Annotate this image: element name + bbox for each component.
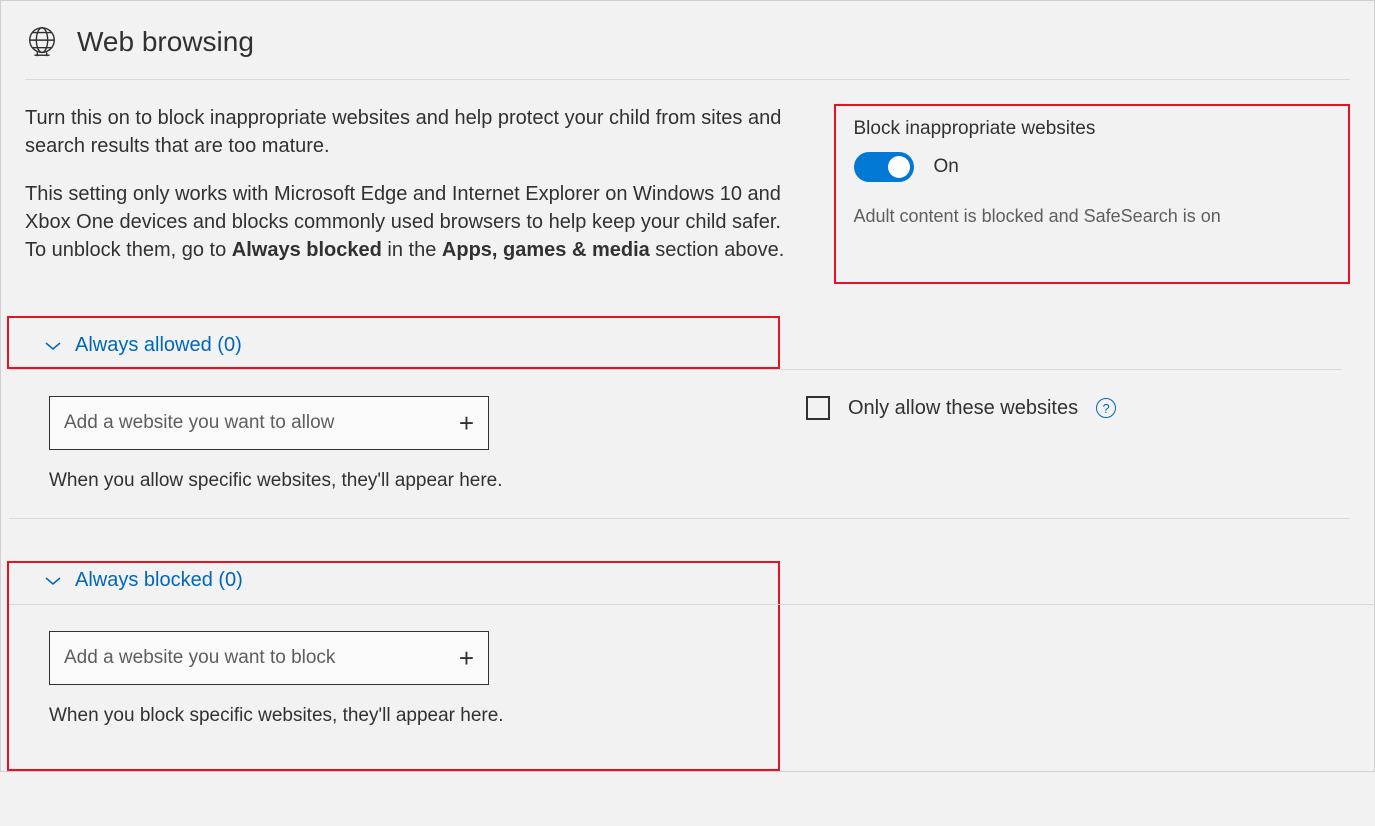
toggle-state-label: On bbox=[934, 156, 959, 178]
chevron-down-icon bbox=[45, 576, 61, 586]
chevron-down-icon bbox=[45, 341, 61, 351]
blocked-website-input[interactable] bbox=[64, 647, 449, 669]
intro-text: Turn this on to block inappropriate webs… bbox=[25, 104, 794, 284]
block-toggle-card: Block inappropriate websites On Adult co… bbox=[834, 104, 1351, 284]
plus-icon[interactable]: + bbox=[449, 643, 474, 674]
allowed-input-wrap[interactable]: + bbox=[49, 396, 489, 450]
globe-icon bbox=[25, 25, 59, 59]
toggle-row: On bbox=[854, 152, 1331, 182]
always-blocked-expander[interactable]: Always blocked (0) bbox=[9, 563, 778, 604]
plus-icon[interactable]: + bbox=[449, 408, 474, 439]
always-allowed-expander[interactable]: Always allowed (0) bbox=[9, 318, 778, 367]
blocked-hint: When you block specific websites, they'l… bbox=[49, 705, 738, 727]
toggle-knob bbox=[888, 156, 910, 178]
only-allow-row: Only allow these websites ? bbox=[782, 370, 1350, 446]
page-title: Web browsing bbox=[77, 26, 254, 58]
blocked-input-wrap[interactable]: + bbox=[49, 631, 489, 685]
blocked-content: + When you block specific websites, they… bbox=[9, 605, 778, 737]
block-websites-toggle[interactable] bbox=[854, 152, 914, 182]
allowed-hint: When you allow specific websites, they'l… bbox=[49, 470, 742, 492]
allowed-content-row: + When you allow specific websites, they… bbox=[9, 369, 1350, 519]
intro-section: Turn this on to block inappropriate webs… bbox=[1, 80, 1374, 316]
allowed-website-input[interactable] bbox=[64, 412, 449, 434]
help-icon[interactable]: ? bbox=[1096, 398, 1116, 418]
intro-paragraph-1: Turn this on to block inappropriate webs… bbox=[25, 104, 794, 160]
always-blocked-title: Always blocked (0) bbox=[75, 569, 243, 592]
only-allow-checkbox[interactable] bbox=[806, 396, 830, 420]
allowed-left-column: + When you allow specific websites, they… bbox=[9, 370, 782, 518]
always-allowed-title: Always allowed (0) bbox=[75, 334, 242, 357]
intro-paragraph-2: This setting only works with Microsoft E… bbox=[25, 180, 794, 264]
always-blocked-box: Always blocked (0) + When you block spec… bbox=[7, 561, 780, 771]
page-header: Web browsing bbox=[1, 1, 1374, 79]
toggle-description: Adult content is blocked and SafeSearch … bbox=[854, 206, 1331, 227]
only-allow-label: Only allow these websites bbox=[848, 397, 1078, 420]
toggle-card-title: Block inappropriate websites bbox=[854, 118, 1331, 140]
always-allowed-box: Always allowed (0) bbox=[7, 316, 780, 369]
